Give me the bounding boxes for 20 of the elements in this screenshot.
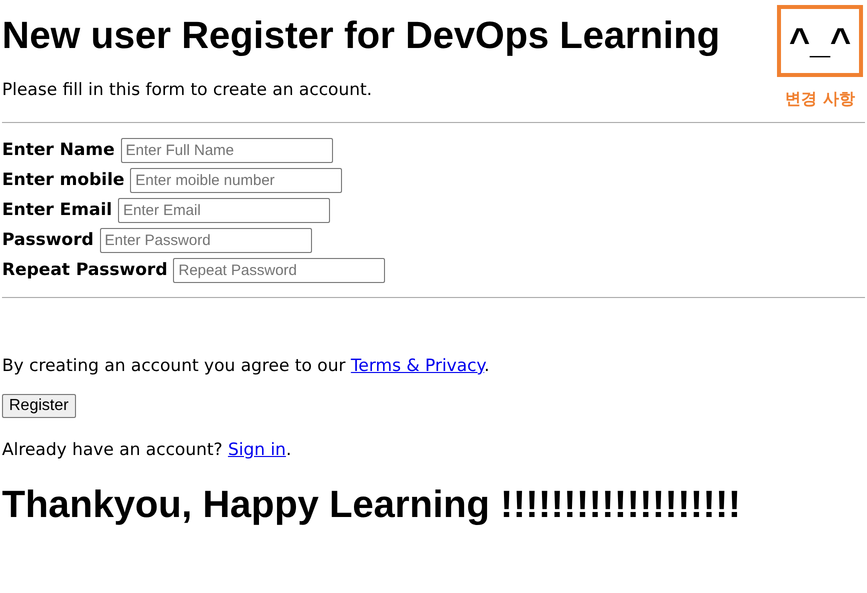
field-label: Repeat Password xyxy=(2,260,168,280)
terms-link[interactable]: Terms & Privacy xyxy=(350,356,484,376)
emoticon-highlight: ^_^ xyxy=(777,5,863,77)
intro-text: Please fill in this form to create an account. xyxy=(2,80,374,100)
input-field[interactable]: Enter Password xyxy=(100,228,312,252)
input-field[interactable]: Enter moible number xyxy=(130,168,342,192)
field-label: Enter mobile xyxy=(2,170,124,190)
closing-heading: Thankyou, Happy Learning !!!!!!!!!!!!!!!!!!! xyxy=(2,484,742,527)
signin-text: Already have an account? Sign in. xyxy=(2,440,292,460)
input-field[interactable]: Repeat Password xyxy=(173,258,386,282)
input-field[interactable]: Enter Full Name xyxy=(120,138,333,162)
field-label: Password xyxy=(2,230,94,250)
signin-link[interactable]: Sign in xyxy=(228,440,286,460)
input-field[interactable]: Enter Email xyxy=(118,198,330,222)
field-label: Enter Email xyxy=(2,200,112,220)
register-button[interactable]: Register xyxy=(2,394,76,418)
field-label: Enter Name xyxy=(2,140,115,160)
terms-text: By creating an account you agree to our Terms & Privacy. xyxy=(2,356,491,376)
page-title: New user Register for DevOps Learning xyxy=(2,15,720,58)
annotation-label: 변경 사항 xyxy=(785,89,855,110)
